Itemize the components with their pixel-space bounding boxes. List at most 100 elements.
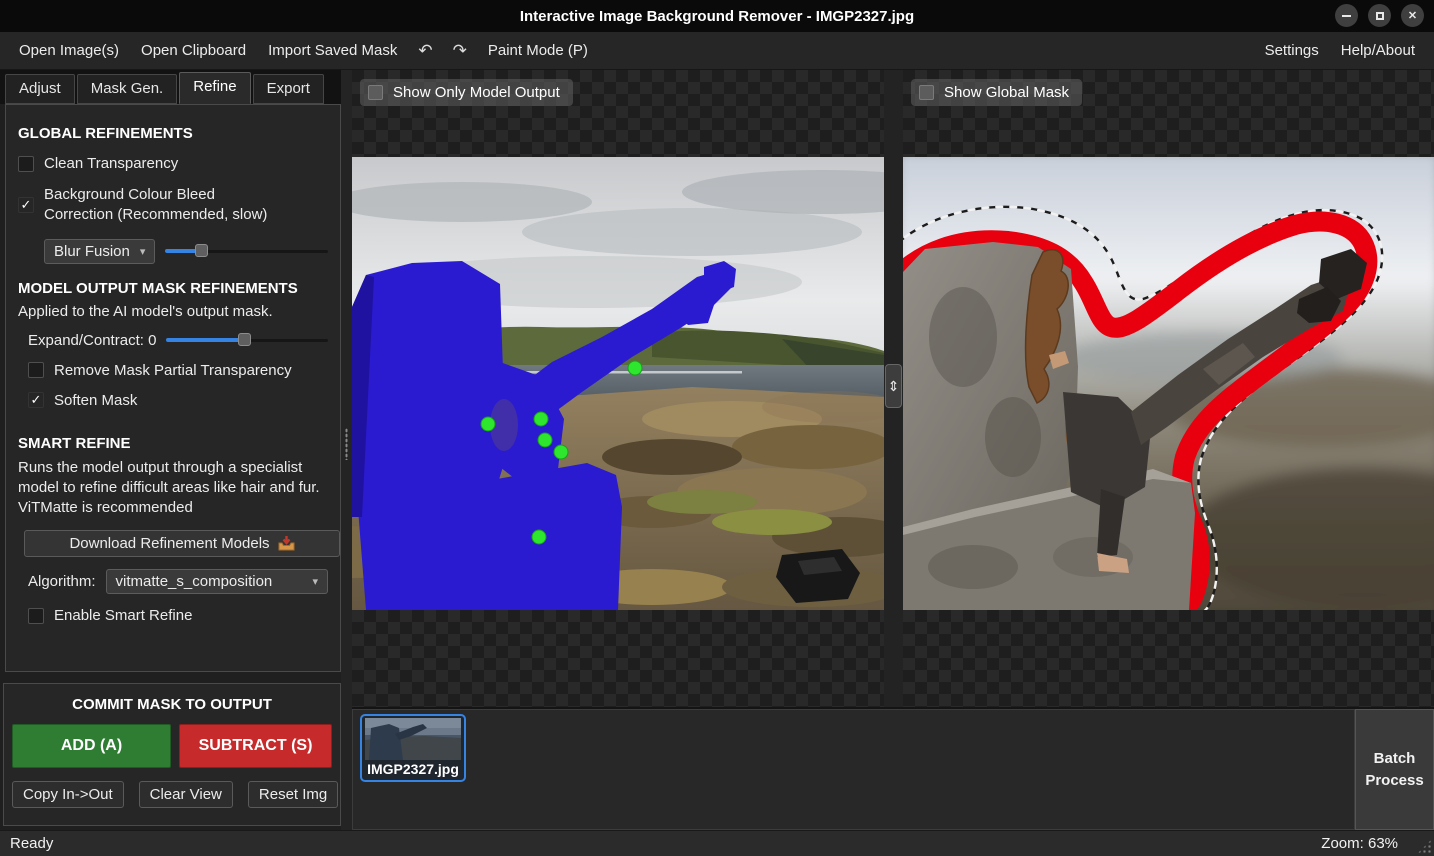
maximize-icon (1376, 12, 1384, 20)
tab-export[interactable]: Export (253, 74, 324, 104)
clean-transparency-label: Clean Transparency (44, 155, 178, 172)
minimize-button[interactable] (1335, 4, 1358, 27)
show-only-model-output-toggle[interactable]: Show Only Model Output (360, 79, 573, 106)
resize-grip[interactable] (1417, 839, 1432, 854)
content-area: Adjust Mask Gen. Refine Export GLOBAL RE… (0, 70, 1434, 830)
thumbnail-item-selected[interactable]: IMGP2327.jpg (360, 714, 466, 782)
model-output-header: MODEL OUTPUT MASK REFINEMENTS (18, 280, 328, 297)
chevron-down-icon: ▾ (140, 245, 146, 258)
download-models-label: Download Refinement Models (69, 535, 269, 552)
tab-mask-gen[interactable]: Mask Gen. (77, 74, 178, 104)
input-image-canvas[interactable] (352, 157, 884, 610)
input-viewer[interactable]: Show Only Model Output (352, 70, 884, 707)
titlebar: Interactive Image Background Remover - I… (0, 0, 1434, 32)
check-icon: ✓ (21, 197, 32, 212)
add-button[interactable]: ADD (A) (12, 724, 171, 768)
settings-button[interactable]: Settings (1254, 36, 1330, 65)
maximize-button[interactable] (1368, 4, 1391, 27)
commit-panel: COMMIT MASK TO OUTPUT ADD (A) SUBTRACT (… (3, 683, 341, 826)
undo-icon[interactable]: ↶ (408, 39, 442, 63)
redo-icon[interactable]: ↷ (443, 39, 477, 63)
enable-smart-refine-label: Enable Smart Refine (54, 607, 192, 624)
show-global-mask-toggle[interactable]: Show Global Mask (911, 79, 1082, 106)
chevron-down-icon: ▾ (312, 575, 318, 588)
import-saved-mask-button[interactable]: Import Saved Mask (257, 36, 408, 65)
splitter-arrows-icon: ⇕ (888, 378, 900, 395)
menubar: Open Image(s) Open Clipboard Import Save… (0, 32, 1434, 70)
smart-refine-header: SMART REFINE (18, 435, 328, 452)
close-button[interactable]: ✕ (1401, 4, 1424, 27)
sidebar: Adjust Mask Gen. Refine Export GLOBAL RE… (0, 70, 341, 830)
enable-smart-refine-checkbox[interactable] (28, 608, 44, 624)
zoom-level: Zoom: 63% (1321, 835, 1398, 852)
reset-img-button[interactable]: Reset Img (248, 781, 338, 808)
algorithm-dropdown[interactable]: vitmatte_s_composition ▾ (106, 569, 328, 594)
algorithm-value: vitmatte_s_composition (116, 573, 273, 590)
soften-mask-row: ✓ Soften Mask (28, 392, 328, 409)
bleed-correction-row: ✓ Background Colour Bleed Correction (Re… (18, 185, 328, 226)
open-clipboard-button[interactable]: Open Clipboard (130, 36, 257, 65)
blur-strength-slider[interactable] (165, 244, 328, 258)
help-about-button[interactable]: Help/About (1330, 36, 1426, 65)
subtract-button[interactable]: SUBTRACT (S) (179, 724, 332, 768)
bleed-correction-label: Background Colour Bleed Correction (Reco… (44, 185, 267, 226)
remove-partial-checkbox[interactable] (28, 362, 44, 378)
slider-handle[interactable] (195, 244, 208, 257)
open-images-button[interactable]: Open Image(s) (8, 36, 130, 65)
remove-partial-label: Remove Mask Partial Transparency (54, 362, 292, 379)
thumbnail-label: IMGP2327.jpg (364, 760, 462, 780)
tab-adjust[interactable]: Adjust (5, 74, 75, 104)
clean-transparency-row: Clean Transparency (18, 155, 328, 172)
output-image-canvas[interactable] (903, 157, 1434, 610)
remove-partial-row: Remove Mask Partial Transparency (28, 362, 328, 379)
soften-mask-checkbox[interactable]: ✓ (28, 392, 44, 408)
bleed-correction-checkbox[interactable]: ✓ (18, 197, 34, 213)
check-icon: ✓ (31, 392, 42, 407)
viewer-splitter-handle[interactable]: ⇕ (885, 364, 902, 408)
algorithm-label: Algorithm: (28, 573, 96, 590)
output-viewer[interactable]: Show Global Mask (903, 70, 1434, 707)
expand-contract-label: Expand/Contract: 0 (28, 332, 156, 349)
filmstrip: IMGP2327.jpg Batch Process (352, 707, 1434, 830)
sidebar-splitter[interactable] (341, 70, 352, 830)
blur-mode-dropdown[interactable]: Blur Fusion ▾ (44, 239, 155, 264)
tab-bar: Adjust Mask Gen. Refine Export (0, 70, 341, 104)
tab-refine[interactable]: Refine (179, 72, 250, 104)
close-icon: ✕ (1408, 9, 1417, 22)
splitter-grip-icon (345, 428, 348, 460)
paint-mode-button[interactable]: Paint Mode (P) (477, 36, 599, 65)
show-global-mask-checkbox[interactable] (919, 85, 934, 100)
slider-fill (166, 338, 244, 342)
viewer-splitter[interactable]: ⇕ (884, 70, 903, 707)
viewer-row: Show Only Model Output (352, 70, 1434, 707)
refine-panel: GLOBAL REFINEMENTS Clean Transparency ✓ … (5, 104, 341, 672)
enable-smart-refine-row: Enable Smart Refine (28, 607, 328, 624)
download-models-button[interactable]: Download Refinement Models (24, 530, 340, 557)
algorithm-row: Algorithm: vitmatte_s_composition ▾ (28, 569, 328, 594)
soften-mask-label: Soften Mask (54, 392, 137, 409)
window-controls: ✕ (1335, 4, 1424, 27)
show-only-model-output-checkbox[interactable] (368, 85, 383, 100)
global-refinements-header: GLOBAL REFINEMENTS (18, 125, 328, 142)
expand-contract-slider[interactable] (166, 333, 328, 347)
smart-refine-description: Runs the model output through a speciali… (18, 458, 328, 519)
batch-process-cell: Batch Process (1355, 709, 1434, 830)
thumbnail-strip[interactable]: IMGP2327.jpg (352, 709, 1355, 830)
statusbar: Ready Zoom: 63% (0, 830, 1434, 856)
show-only-model-output-label: Show Only Model Output (393, 84, 560, 101)
clear-view-button[interactable]: Clear View (139, 781, 233, 808)
download-tray-icon (278, 536, 295, 551)
slider-handle[interactable] (238, 333, 251, 346)
blur-fusion-row: Blur Fusion ▾ (44, 239, 328, 264)
minimize-icon (1342, 15, 1351, 17)
expand-contract-row: Expand/Contract: 0 (28, 332, 328, 349)
blur-mode-value: Blur Fusion (54, 243, 130, 260)
model-output-subtext: Applied to the AI model's output mask. (18, 303, 328, 320)
thumbnail-image (365, 718, 461, 760)
copy-in-out-button[interactable]: Copy In->Out (12, 781, 124, 808)
status-text: Ready (10, 835, 1321, 852)
main-area: Show Only Model Output (352, 70, 1434, 830)
batch-process-button[interactable]: Batch Process (1355, 709, 1434, 830)
clean-transparency-checkbox[interactable] (18, 156, 34, 172)
show-global-mask-label: Show Global Mask (944, 84, 1069, 101)
